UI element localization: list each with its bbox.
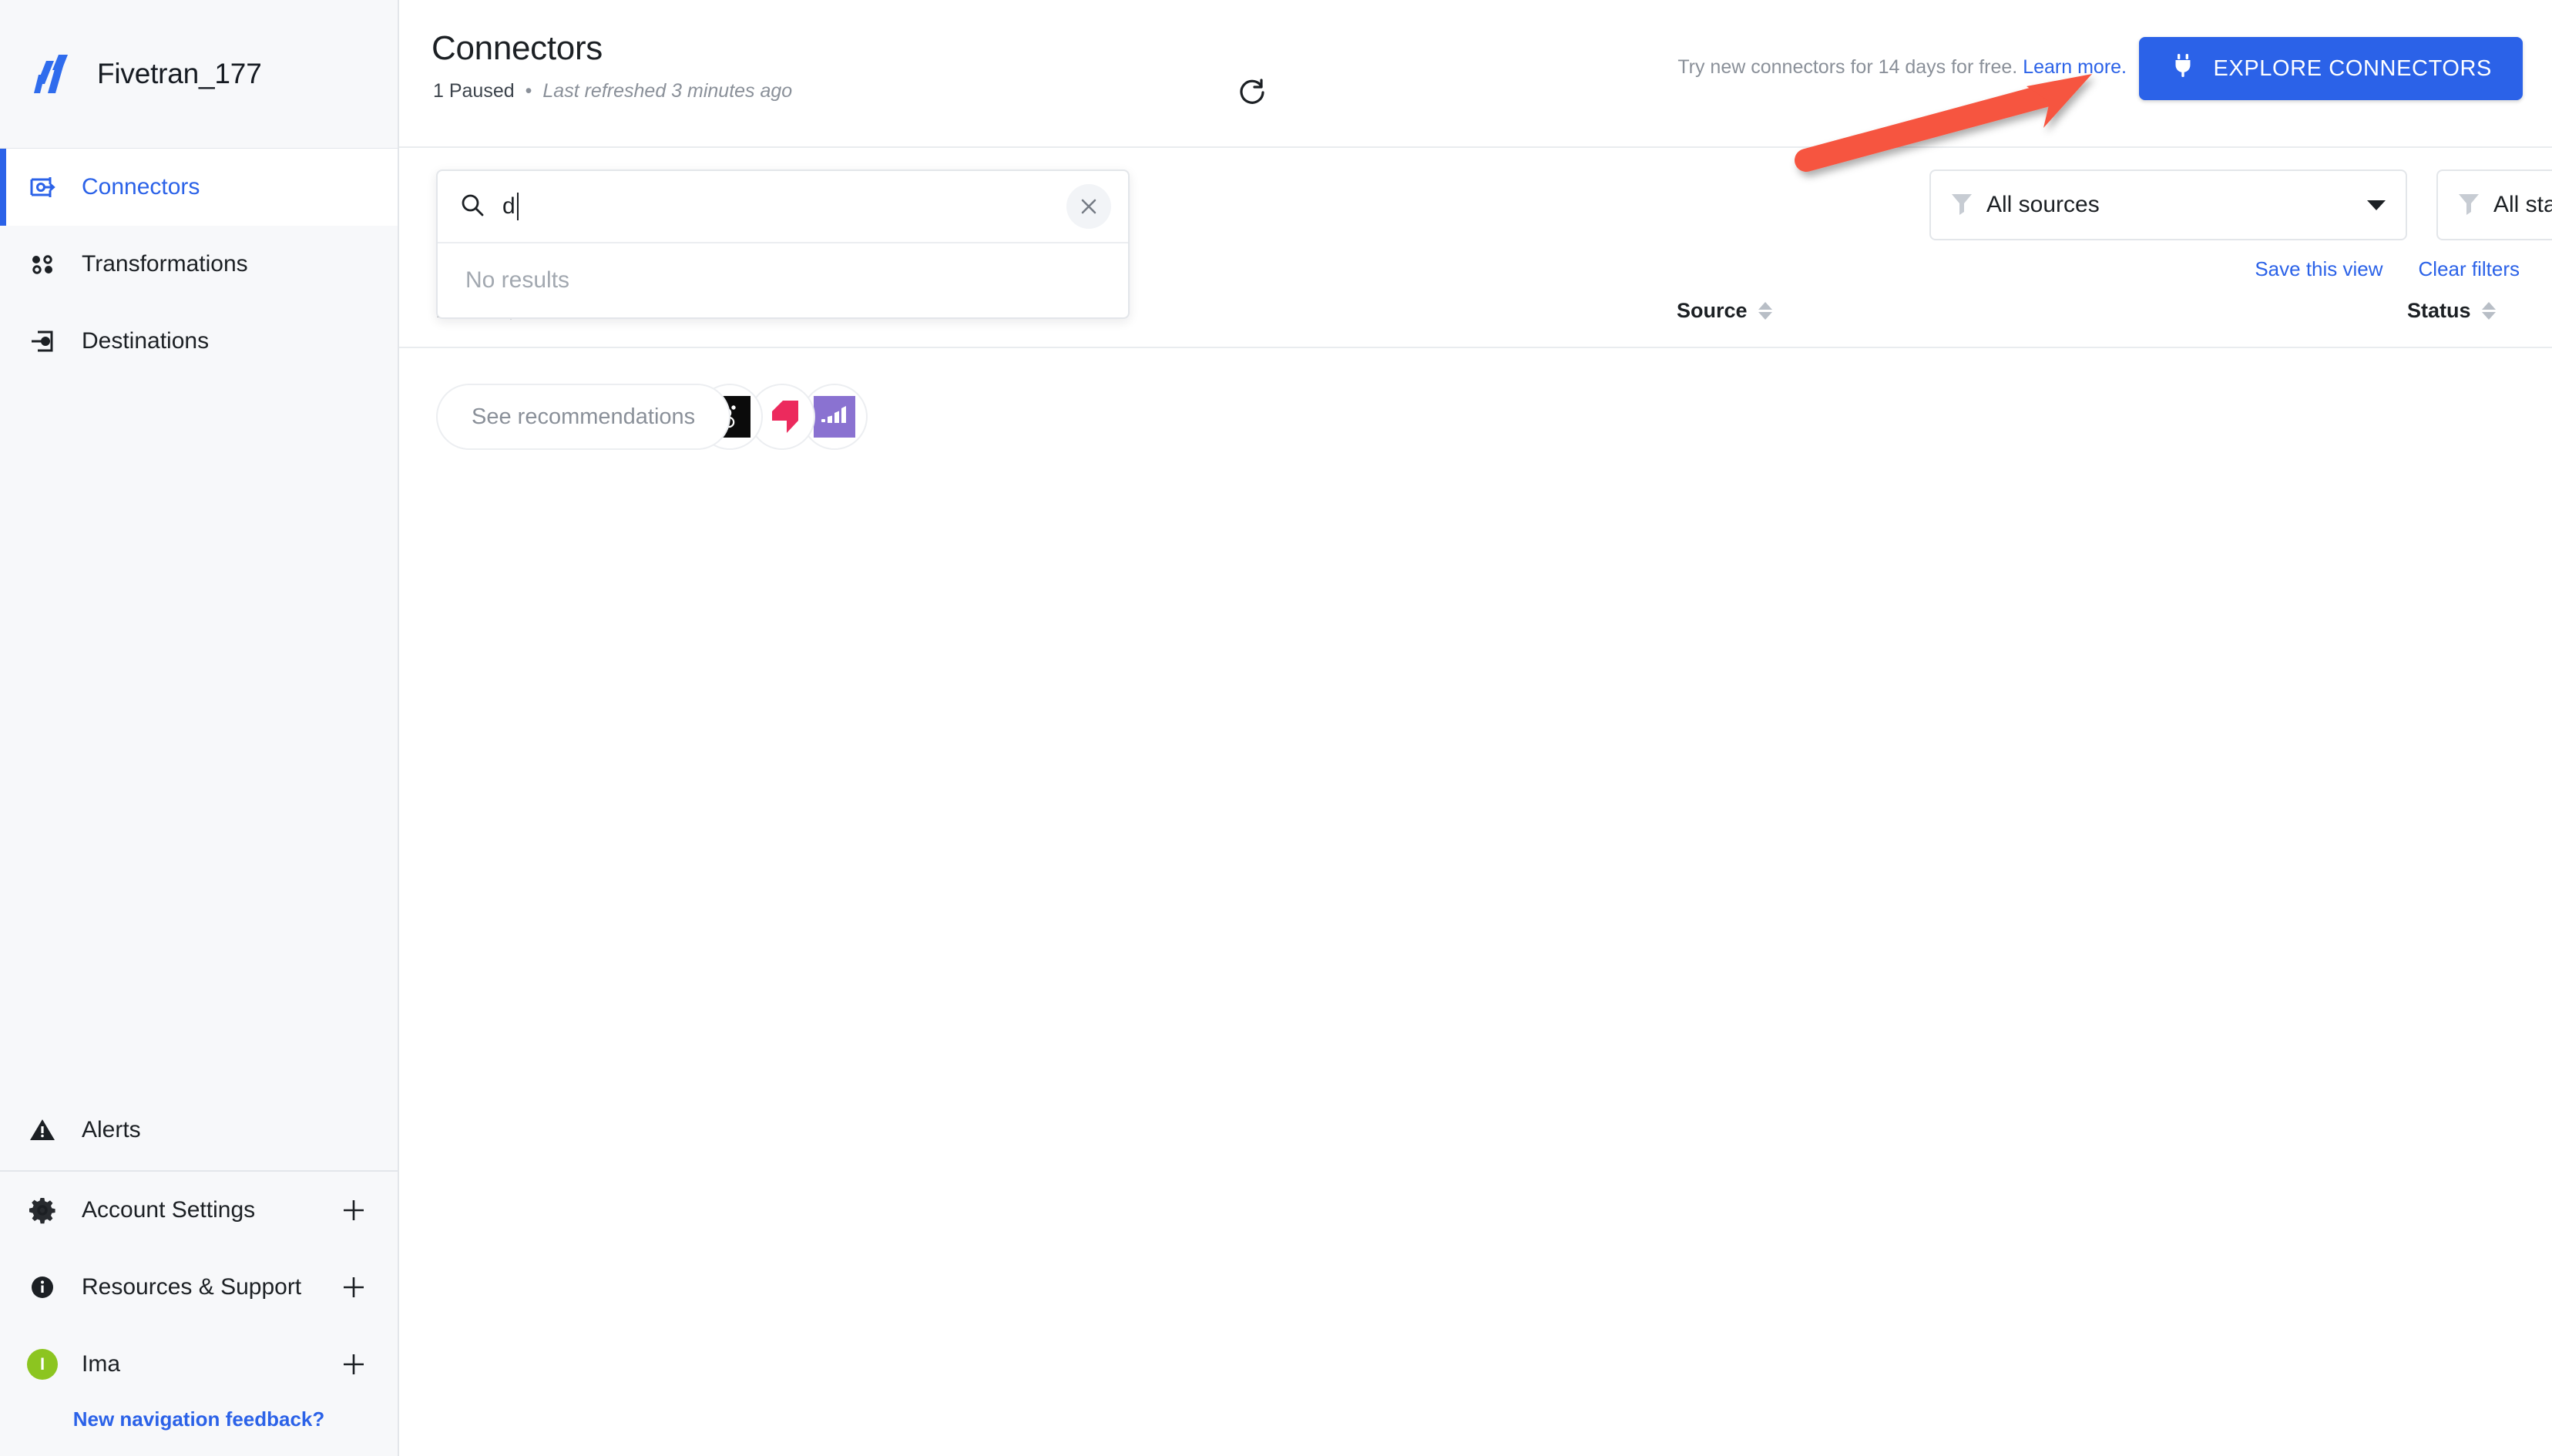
recommendations-row: See recommendations <box>399 384 2552 450</box>
search-value-wrapper: d <box>502 193 1049 220</box>
recommendation-icons <box>710 384 868 450</box>
column-label: Status <box>2407 299 2471 323</box>
sidebar-item-alerts[interactable]: Alerts <box>0 1090 398 1170</box>
sidebar-item-label: Transformations <box>82 251 248 277</box>
main-content: Connectors 1 Paused • Last refreshed 3 m… <box>399 0 2552 1456</box>
page-subtitle: 1 Paused • Last refreshed 3 minutes ago <box>433 80 792 102</box>
sidebar: Fivetran_177 Connectors <box>0 0 399 1456</box>
search-icon <box>459 192 485 222</box>
fivetran-logo-icon <box>28 50 76 98</box>
search-value: d <box>502 193 515 220</box>
sort-icon <box>2482 302 2496 320</box>
hubspot-glyph <box>761 396 803 438</box>
no-results-text: No results <box>465 267 569 294</box>
page-title: Connectors <box>431 29 603 68</box>
sidebar-item-label: Resources & Support <box>82 1274 301 1300</box>
all-sources-label: All sources <box>1986 192 2367 218</box>
sidebar-item-label: Alerts <box>82 1117 141 1143</box>
refresh-icon[interactable] <box>1235 75 1269 109</box>
user-avatar-icon: I <box>26 1348 59 1381</box>
close-icon[interactable] <box>1066 184 1111 229</box>
see-recommendations-button[interactable]: See recommendations <box>436 384 730 450</box>
all-sources-filter[interactable]: All sources <box>1929 169 2407 240</box>
explore-connectors-button[interactable]: EXPLORE CONNECTORS <box>2139 37 2523 100</box>
page-header: Connectors 1 Paused • Last refreshed 3 m… <box>399 0 2552 148</box>
all-statuses-label: All statuses <box>2493 192 2552 218</box>
brand-title: Fivetran_177 <box>97 58 262 90</box>
sidebar-item-label: Ima <box>82 1351 120 1377</box>
avatar-letter: I <box>40 1354 45 1374</box>
sidebar-item-destinations[interactable]: Destinations <box>0 303 398 380</box>
chevron-down-icon <box>2367 200 2386 210</box>
sidebar-item-transformations[interactable]: Transformations <box>0 226 398 303</box>
paused-count: 1 Paused <box>433 80 515 102</box>
filter-icon <box>2458 192 2480 219</box>
sidebar-spacer <box>0 380 398 1090</box>
brand[interactable]: Fivetran_177 <box>0 0 398 148</box>
sidebar-bottom-group: Account Settings Resources & Support <box>0 1172 398 1456</box>
learn-more-link[interactable]: Learn more. <box>2023 56 2127 78</box>
sidebar-item-account-settings[interactable]: Account Settings <box>0 1172 398 1249</box>
plus-icon[interactable] <box>341 1274 367 1300</box>
sidebar-item-connectors[interactable]: Connectors <box>0 149 398 226</box>
gear-icon <box>26 1194 59 1226</box>
search-results-dropdown: No results <box>438 242 1128 317</box>
column-label: Source <box>1677 299 1748 323</box>
sidebar-item-label: Account Settings <box>82 1197 255 1223</box>
save-this-view-link[interactable]: Save this view <box>2255 257 2382 281</box>
clear-filters-link[interactable]: Clear filters <box>2419 257 2520 281</box>
explore-connectors-label: EXPLORE CONNECTORS <box>2213 56 2492 82</box>
search-input[interactable]: d <box>438 171 1128 242</box>
sort-icon <box>1758 302 1772 320</box>
filters-bar: d No results <box>399 148 2552 294</box>
navigation-feedback-link[interactable]: New navigation feedback? <box>0 1403 398 1451</box>
filter-icon <box>1951 192 1973 219</box>
info-circle-icon <box>26 1271 59 1303</box>
last-refreshed-text: Last refreshed 3 minutes ago <box>542 80 792 102</box>
column-header-status[interactable]: Status <box>2407 299 2496 323</box>
app-root: Fivetran_177 Connectors <box>0 0 2552 1456</box>
sidebar-item-label: Destinations <box>82 328 209 354</box>
mixpanel-glyph <box>814 396 855 438</box>
plus-icon[interactable] <box>341 1351 367 1377</box>
connector-icon <box>26 171 59 203</box>
trial-text: Try new connectors for 14 days for free. <box>1677 56 2017 78</box>
plus-icon[interactable] <box>341 1197 367 1223</box>
destination-icon <box>26 325 59 357</box>
all-statuses-filter[interactable]: All statuses <box>2436 169 2552 240</box>
sidebar-item-resources-support[interactable]: Resources & Support <box>0 1249 398 1326</box>
search-container: d No results <box>436 169 1130 319</box>
filter-actions: Save this view Clear filters <box>2255 257 2520 281</box>
column-header-source[interactable]: Source <box>1677 299 1772 323</box>
plug-icon <box>2170 52 2196 85</box>
trial-banner: Try new connectors for 14 days for free.… <box>1677 56 2127 79</box>
sidebar-item-user[interactable]: I Ima <box>0 1326 398 1403</box>
sidebar-item-label: Connectors <box>82 174 200 200</box>
avatar: I <box>27 1349 58 1380</box>
alert-triangle-icon <box>26 1114 59 1146</box>
transformations-icon <box>26 248 59 280</box>
see-recommendations-label: See recommendations <box>472 404 695 430</box>
subtitle-separator: • <box>526 80 532 102</box>
text-caret <box>517 193 519 220</box>
